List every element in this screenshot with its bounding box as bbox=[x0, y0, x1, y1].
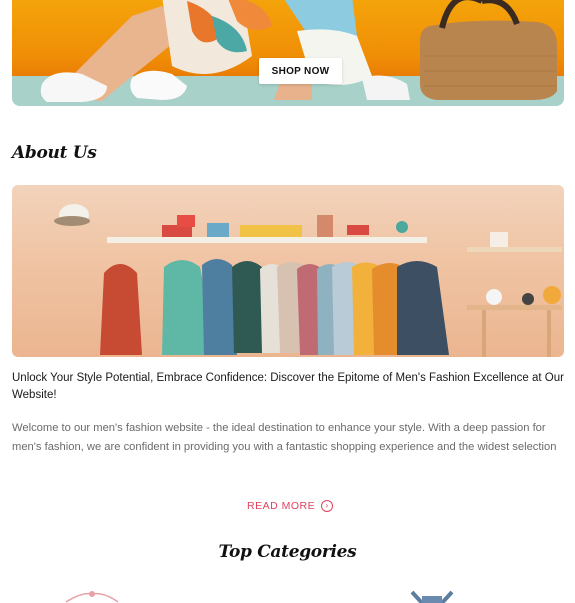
about-us-image bbox=[12, 185, 564, 357]
category-thumbnail-1[interactable] bbox=[62, 588, 122, 603]
clothing-rack-illustration bbox=[54, 204, 562, 357]
top-categories-title: Top Categories bbox=[218, 542, 357, 562]
read-more-link[interactable]: READ MORE › bbox=[247, 497, 334, 515]
shop-now-button[interactable]: SHOP NOW bbox=[259, 58, 342, 84]
about-headline: Unlock Your Style Potential, Embrace Con… bbox=[12, 372, 564, 401]
hero-illustration bbox=[12, 0, 564, 106]
read-more-label: READ MORE bbox=[247, 500, 316, 512]
hero-banner: SHOP NOW bbox=[12, 0, 564, 106]
about-us-title: About Us bbox=[12, 143, 97, 163]
category-thumbnail-2[interactable] bbox=[408, 588, 458, 603]
about-body-text: Welcome to our men's fashion website - t… bbox=[12, 422, 557, 453]
arrow-circle-right-icon: › bbox=[321, 500, 334, 512]
